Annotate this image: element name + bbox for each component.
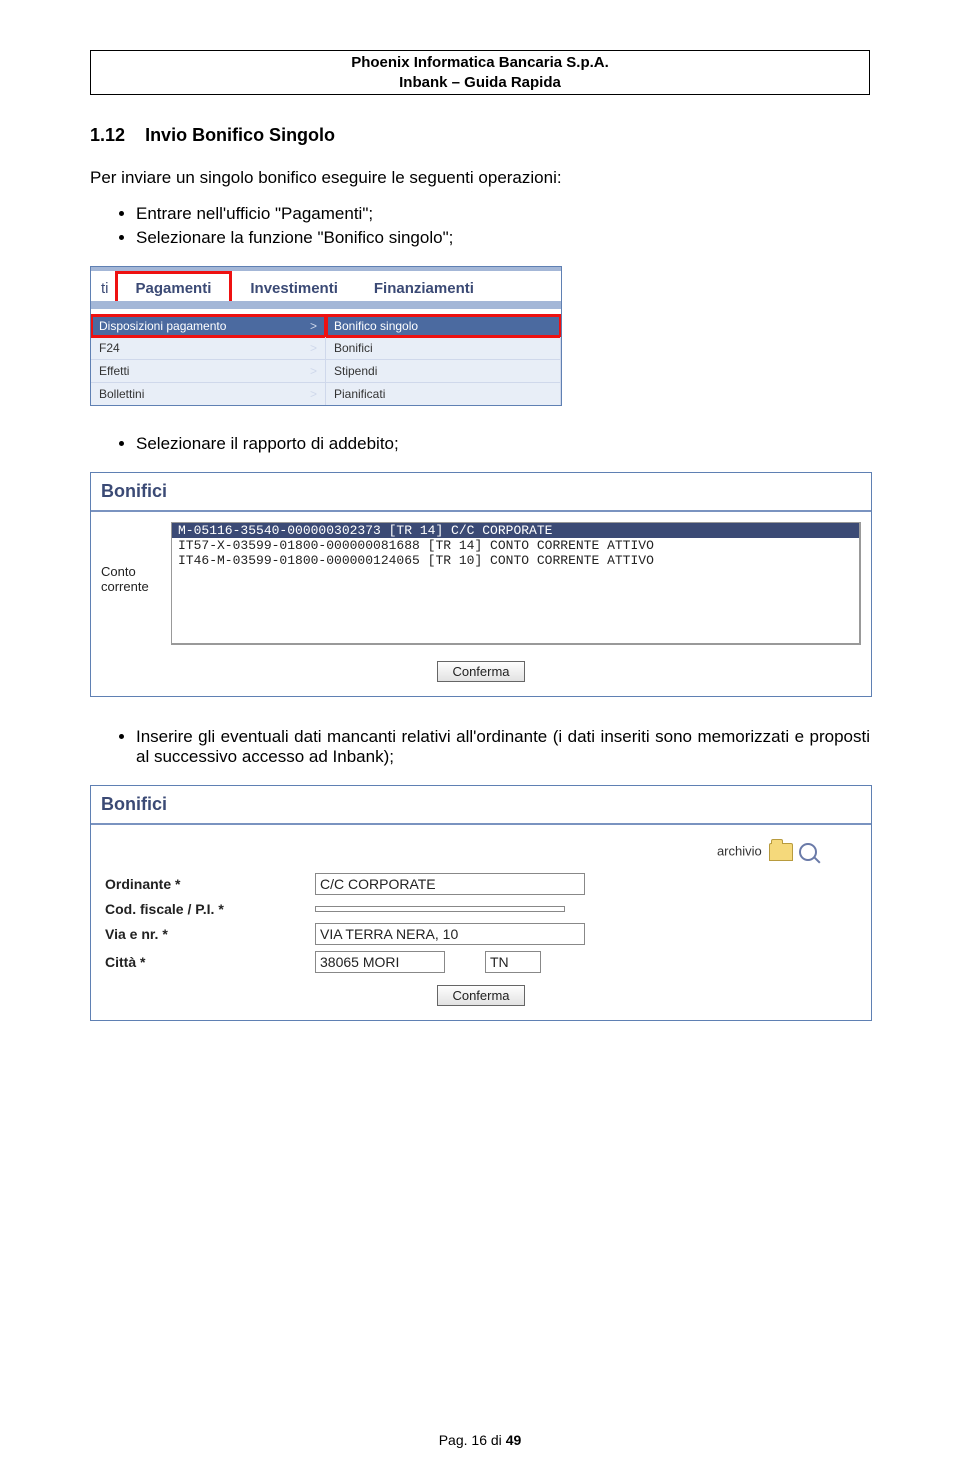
tab-finanziamenti[interactable]: Finanziamenti — [356, 274, 492, 301]
row-citta: Città * 38065 MORI TN — [105, 951, 857, 973]
tab-bar: ti Pagamenti Investimenti Finanziamenti — [91, 267, 561, 309]
folder-icon[interactable] — [769, 843, 793, 861]
menu-disposizioni[interactable]: Disposizioni pagamento > — [91, 315, 326, 337]
screenshot-menu: ti Pagamenti Investimenti Finanziamenti … — [90, 266, 562, 406]
menu-row-dispo: Disposizioni pagamento > Bonifico singol… — [91, 315, 561, 337]
menu-row-bollettini: Bollettini > Pianificati — [91, 383, 561, 405]
citta-prov-field[interactable]: TN — [485, 951, 541, 973]
screenshot-ordinante: Bonifici archivio Ordinante * C/C CORPOR… — [90, 785, 872, 1021]
chevron-right-icon: > — [310, 341, 317, 355]
panel3-title: Bonifici — [91, 786, 871, 825]
chevron-right-icon: > — [310, 387, 317, 401]
chevron-right-icon: > — [310, 319, 317, 333]
archivio-label: archivio — [717, 843, 762, 858]
screenshot-conto: Bonifici Conto corrente M-05116-35540-00… — [90, 472, 872, 697]
cf-field[interactable] — [315, 906, 565, 912]
row-ordinante: Ordinante * C/C CORPORATE — [105, 873, 857, 895]
bullet-selezionare: Selezionare la funzione "Bonifico singol… — [136, 228, 870, 248]
menu-row-effetti: Effetti > Stipendi — [91, 360, 561, 383]
search-icon[interactable] — [799, 843, 817, 861]
ordinante-field[interactable]: C/C CORPORATE — [315, 873, 585, 895]
conto-corrente-label: Conto corrente — [101, 522, 171, 645]
via-field[interactable]: VIA TERRA NERA, 10 — [315, 923, 585, 945]
header-line2: Inbank – Guida Rapida — [91, 73, 869, 93]
citta-cap-field[interactable]: 38065 MORI — [315, 951, 445, 973]
tab-pagamenti[interactable]: Pagamenti — [115, 271, 233, 301]
list-item[interactable]: IT57-X-03599-01800-000000081688 [TR 14] … — [172, 538, 859, 553]
menu-f24[interactable]: F24 > — [91, 337, 326, 359]
archivio-row: archivio — [105, 835, 857, 873]
tab-ti[interactable]: ti — [91, 274, 115, 301]
row-via: Via e nr. * VIA TERRA NERA, 10 — [105, 923, 857, 945]
page-footer: Pag. 16 di 49 — [0, 1432, 960, 1448]
list-item[interactable]: IT46-M-03599-01800-000000124065 [TR 10] … — [172, 553, 859, 568]
label-cf: Cod. fiscale / P.I. * — [105, 901, 315, 917]
bullet-entrare: Entrare nell'ufficio "Pagamenti"; — [136, 204, 870, 224]
menu-row-f24: F24 > Bonifici — [91, 337, 561, 360]
header-line1: Phoenix Informatica Bancaria S.p.A. — [91, 53, 869, 73]
menu-bonifici[interactable]: Bonifici — [326, 337, 561, 359]
menu-stipendi[interactable]: Stipendi — [326, 360, 561, 382]
menu-bonifico-singolo[interactable]: Bonifico singolo — [326, 315, 561, 337]
bullet-list-3: Inserire gli eventuali dati mancanti rel… — [90, 727, 870, 767]
label-via: Via e nr. * — [105, 926, 315, 942]
section-heading: 1.12 Invio Bonifico Singolo — [90, 125, 870, 146]
menu-bollettini[interactable]: Bollettini > — [91, 383, 326, 405]
menu-effetti[interactable]: Effetti > — [91, 360, 326, 382]
label-citta: Città * — [105, 954, 315, 970]
section-number: 1.12 — [90, 125, 125, 145]
chevron-right-icon: > — [310, 364, 317, 378]
bullet-list-1: Entrare nell'ufficio "Pagamenti"; Selezi… — [90, 204, 870, 248]
section-title: Invio Bonifico Singolo — [145, 125, 335, 145]
label-ordinante: Ordinante * — [105, 876, 315, 892]
bullet-list-2: Selezionare il rapporto di addebito; — [90, 434, 870, 454]
panel2-title: Bonifici — [91, 473, 871, 512]
conferma-button[interactable]: Conferma — [437, 985, 524, 1006]
bullet-rapporto: Selezionare il rapporto di addebito; — [136, 434, 870, 454]
tab-investimenti[interactable]: Investimenti — [232, 274, 356, 301]
list-item[interactable]: M-05116-35540-000000302373 [TR 14] C/C C… — [172, 523, 859, 538]
row-cf: Cod. fiscale / P.I. * — [105, 901, 857, 917]
bullet-ordinante: Inserire gli eventuali dati mancanti rel… — [136, 727, 870, 767]
conferma-button[interactable]: Conferma — [437, 661, 524, 682]
doc-header: Phoenix Informatica Bancaria S.p.A. Inba… — [90, 50, 870, 95]
conto-corrente-list[interactable]: M-05116-35540-000000302373 [TR 14] C/C C… — [171, 522, 861, 645]
intro-text: Per inviare un singolo bonifico eseguire… — [90, 168, 870, 188]
menu-pianificati[interactable]: Pianificati — [326, 383, 561, 405]
